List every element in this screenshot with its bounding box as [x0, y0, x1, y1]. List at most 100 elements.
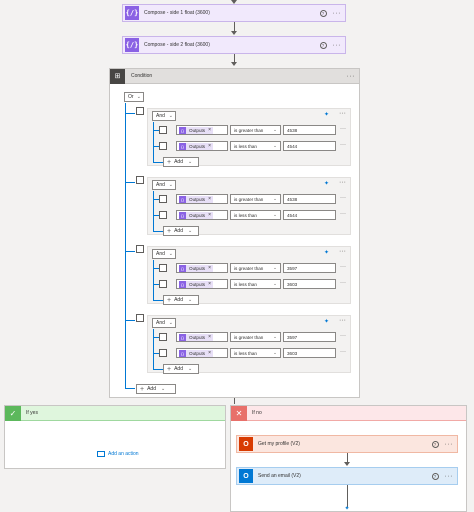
send-email-action[interactable]: O Send an email (V2) ? ···	[236, 467, 458, 485]
more-options-icon[interactable]: ···	[333, 10, 342, 17]
group-operator-dropdown[interactable]: And ⌄	[152, 249, 176, 259]
row-checkbox[interactable]	[159, 264, 167, 272]
add-label: Add	[174, 228, 183, 234]
more-options-icon[interactable]: ···	[339, 110, 346, 117]
help-icon[interactable]: ?	[319, 41, 327, 49]
row-checkbox[interactable]	[159, 126, 167, 134]
help-icon[interactable]: ?	[431, 472, 439, 480]
dynamic-token[interactable]: {} Outputs ×	[179, 280, 214, 288]
operator-select[interactable]: is less than ⌄	[230, 279, 281, 289]
add-action-button[interactable]: Add an action	[97, 451, 139, 457]
flow-arrow	[344, 462, 350, 466]
close-icon[interactable]: ×	[208, 281, 211, 287]
dynamic-token[interactable]: {} Outputs ×	[179, 126, 214, 134]
group-operator-dropdown[interactable]: And ⌄	[152, 111, 176, 121]
condition-header[interactable]: ⊞ Condition ···	[110, 68, 359, 84]
compose-action-2[interactable]: {/} Compose - side 2 float (3600) ? ···	[122, 36, 346, 54]
magic-wand-icon[interactable]: ✦	[324, 180, 329, 187]
close-icon[interactable]: ×	[208, 265, 211, 271]
close-icon[interactable]: ×	[208, 196, 211, 202]
close-icon[interactable]: ×	[208, 143, 211, 149]
row-checkbox[interactable]	[159, 280, 167, 288]
operator-select[interactable]: is greater than ⌄	[230, 194, 281, 204]
group-checkbox[interactable]	[136, 245, 144, 253]
value-field[interactable]: 4544	[283, 141, 336, 151]
operand-field[interactable]: {} Outputs ×	[176, 279, 228, 289]
value-field[interactable]: 4544	[283, 210, 336, 220]
operand-field[interactable]: {} Outputs ×	[176, 210, 228, 220]
value-field[interactable]: 4538	[283, 194, 336, 204]
group-checkbox[interactable]	[136, 107, 144, 115]
dynamic-token[interactable]: {} Outputs ×	[179, 264, 214, 272]
dynamic-token[interactable]: {} Outputs ×	[179, 333, 214, 341]
more-options-icon[interactable]: ···	[340, 195, 346, 201]
operand-field[interactable]: {} Outputs ×	[176, 348, 228, 358]
operator-select[interactable]: is greater than ⌄	[230, 263, 281, 273]
operand-field[interactable]: {} Outputs ×	[176, 141, 228, 151]
dynamic-token[interactable]: {} Outputs ×	[179, 211, 214, 219]
office-icon: O	[239, 437, 253, 451]
more-options-icon[interactable]: ···	[340, 126, 346, 132]
get-profile-action[interactable]: O Get my profile (V2) ? ···	[236, 435, 458, 453]
group-operator-dropdown[interactable]: And ⌄	[152, 180, 176, 190]
compose-action-1[interactable]: {/} Compose - side 1 float (3600) ? ···	[122, 4, 346, 22]
add-step-icon[interactable]: ✦	[342, 505, 352, 512]
row-checkbox[interactable]	[159, 195, 167, 203]
close-icon[interactable]: ×	[208, 334, 211, 340]
value-field[interactable]: 3597	[283, 332, 336, 342]
more-options-icon[interactable]: ···	[339, 179, 346, 186]
more-options-icon[interactable]: ···	[339, 317, 346, 324]
operator-select[interactable]: is less than ⌄	[230, 210, 281, 220]
more-options-icon[interactable]: ···	[340, 211, 346, 217]
row-checkbox[interactable]	[159, 211, 167, 219]
operator-select[interactable]: is greater than ⌄	[230, 125, 281, 135]
root-operator-dropdown[interactable]: Or ⌄	[124, 92, 144, 102]
more-options-icon[interactable]: ···	[333, 42, 342, 49]
more-options-icon[interactable]: ···	[340, 280, 346, 286]
operator-select[interactable]: is less than ⌄	[230, 141, 281, 151]
add-row-button[interactable]: + Add ⌄	[163, 157, 199, 167]
close-icon[interactable]: ×	[208, 127, 211, 133]
more-options-icon[interactable]: ···	[340, 142, 346, 148]
row-checkbox[interactable]	[159, 349, 167, 357]
dynamic-token[interactable]: {} Outputs ×	[179, 349, 214, 357]
value-field[interactable]: 3603	[283, 279, 336, 289]
row-checkbox[interactable]	[159, 333, 167, 341]
add-group-button[interactable]: + Add ⌄	[136, 384, 176, 394]
group-checkbox[interactable]	[136, 314, 144, 322]
token-label: Outputs	[189, 212, 206, 218]
row-checkbox[interactable]	[159, 142, 167, 150]
more-options-icon[interactable]: ···	[339, 248, 346, 255]
operand-field[interactable]: {} Outputs ×	[176, 194, 228, 204]
dynamic-token[interactable]: {} Outputs ×	[179, 142, 214, 150]
magic-wand-icon[interactable]: ✦	[324, 318, 329, 325]
group-operator-dropdown[interactable]: And ⌄	[152, 318, 176, 328]
value-field[interactable]: 3597	[283, 263, 336, 273]
operator-select[interactable]: is greater than ⌄	[230, 332, 281, 342]
operand-field[interactable]: {} Outputs ×	[176, 125, 228, 135]
operator-select[interactable]: is less than ⌄	[230, 348, 281, 358]
branch-header[interactable]: ✕ If no	[231, 405, 466, 421]
operand-field[interactable]: {} Outputs ×	[176, 332, 228, 342]
branch-header[interactable]: ✓ If yes	[5, 405, 225, 421]
add-row-button[interactable]: + Add ⌄	[163, 364, 199, 374]
group-checkbox[interactable]	[136, 176, 144, 184]
dynamic-token[interactable]: {} Outputs ×	[179, 195, 214, 203]
close-icon[interactable]: ×	[208, 350, 211, 356]
add-row-button[interactable]: + Add ⌄	[163, 295, 199, 305]
more-options-icon[interactable]: ···	[340, 264, 346, 270]
help-icon[interactable]: ?	[319, 9, 327, 17]
more-options-icon[interactable]: ···	[340, 349, 346, 355]
value-field[interactable]: 3603	[283, 348, 336, 358]
more-options-icon[interactable]: ···	[445, 473, 454, 480]
more-options-icon[interactable]: ···	[340, 333, 346, 339]
value-field[interactable]: 4538	[283, 125, 336, 135]
close-icon[interactable]: ×	[208, 212, 211, 218]
magic-wand-icon[interactable]: ✦	[324, 249, 329, 256]
magic-wand-icon[interactable]: ✦	[324, 111, 329, 118]
help-icon[interactable]: ?	[431, 440, 439, 448]
more-options-icon[interactable]: ···	[347, 73, 356, 80]
add-row-button[interactable]: + Add ⌄	[163, 226, 199, 236]
operand-field[interactable]: {} Outputs ×	[176, 263, 228, 273]
more-options-icon[interactable]: ···	[445, 441, 454, 448]
